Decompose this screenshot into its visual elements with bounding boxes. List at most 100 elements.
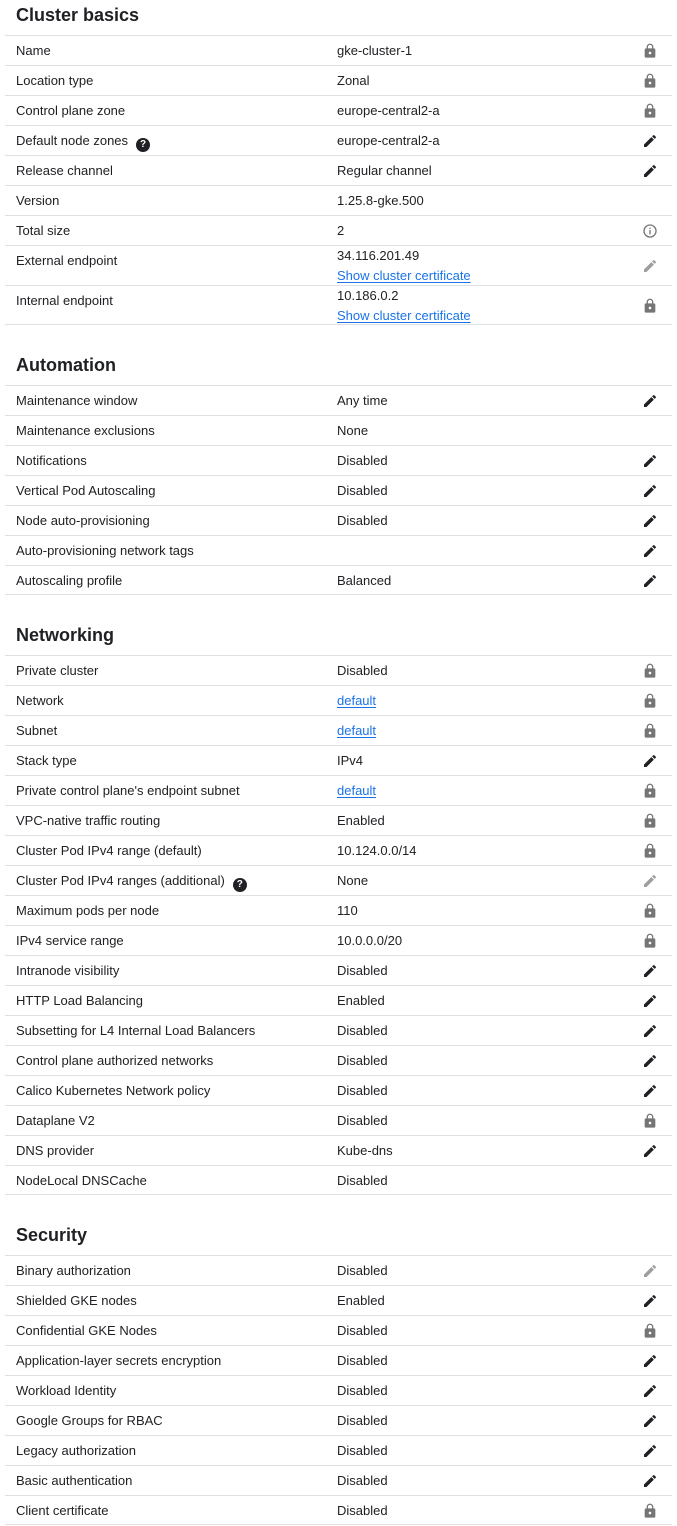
detail-value-text: Disabled [337,1503,388,1518]
detail-row-notifications: Notifications Disabled [5,445,672,475]
detail-value: europe-central2-a [337,126,440,156]
detail-value: 1.25.8-gke.500 [337,186,424,216]
detail-label: Notifications [16,446,87,476]
edit-icon[interactable] [642,453,658,469]
detail-row-application-layer-secrets-encryption: Application-layer secrets encryption Disa… [5,1345,672,1375]
edit-icon[interactable] [642,133,658,149]
edit-icon[interactable] [642,1443,658,1459]
detail-value: 10.186.0.2 Show cluster certificate [337,286,471,326]
edit-icon[interactable] [642,1143,658,1159]
detail-label-text: Workload Identity [16,1383,117,1398]
edit-icon[interactable] [642,1083,658,1099]
detail-row-vpc-native-traffic-routing: VPC-native traffic routing Enabled [5,805,672,835]
detail-row-release-channel: Release channel Regular channel [5,155,672,185]
detail-value: 110 [337,896,358,926]
edit-icon[interactable] [642,573,658,589]
detail-value: Enabled [337,1286,385,1316]
detail-label-text: Control plane zone [16,103,126,118]
lock-icon [642,843,658,859]
detail-value: Disabled [337,476,388,506]
edit-icon[interactable] [642,1413,658,1429]
show-cluster-certificate-link[interactable]: Show cluster certificate [337,308,471,323]
detail-label: Binary authorization [16,1256,131,1286]
detail-label-text: Dataplane V2 [16,1113,95,1128]
detail-value: Disabled [337,1406,388,1436]
detail-label-text: Autoscaling profile [16,573,123,588]
detail-value-text: gke-cluster-1 [337,43,413,58]
lock-icon [642,1323,658,1339]
edit-icon[interactable] [642,1293,658,1309]
detail-label: Maximum pods per node [16,896,159,926]
lock-icon [642,933,658,949]
edit-icon[interactable] [642,513,658,529]
detail-label: Legacy authorization [16,1436,136,1466]
edit-icon[interactable] [642,1023,658,1039]
edit-icon[interactable] [642,753,658,769]
detail-row-cluster-pod-ipv4-ranges-additional: Cluster Pod IPv4 ranges (additional)? Non… [5,865,672,895]
detail-row-maintenance-window: Maintenance window Any time [5,385,672,415]
edit-icon[interactable] [642,1053,658,1069]
detail-value: Disabled [337,1016,388,1046]
edit-icon[interactable] [642,1353,658,1369]
detail-label: Node auto-provisioning [16,506,150,536]
detail-value: IPv4 [337,746,363,776]
detail-value: Disabled [337,1496,388,1526]
detail-row-maximum-pods-per-node: Maximum pods per node 110 [5,895,672,925]
detail-row-stack-type: Stack type IPv4 [5,745,672,775]
info-icon[interactable] [642,223,658,239]
detail-label: IPv4 service range [16,926,124,956]
value-link-wrapper: default [337,686,376,716]
edit-icon[interactable] [642,993,658,1009]
detail-row-external-endpoint: External endpoint 34.116.201.49 Show clust… [5,245,672,285]
detail-label-text: Name [16,43,51,58]
detail-label-text: Default node zones [16,133,129,148]
detail-value-text: Balanced [337,573,392,588]
detail-label-text: Maximum pods per node [16,903,160,918]
detail-value: Disabled [337,1346,388,1376]
section-title-networking: Networking [16,625,115,645]
detail-value-text: Disabled [337,483,388,498]
lock-icon [642,1503,658,1519]
help-icon[interactable]: ? [136,138,151,152]
detail-row-dataplane-v2: Dataplane V2 Disabled [5,1105,672,1135]
detail-value-text: 10.186.0.2 [337,288,399,303]
show-cluster-certificate-link[interactable]: Show cluster certificate [337,268,471,283]
detail-row-auto-provisioning-network-tags: Auto-provisioning network tags [5,535,672,565]
lock-icon [642,298,658,314]
detail-label: HTTP Load Balancing [16,986,143,1016]
detail-row-basic-authentication: Basic authentication Disabled [5,1465,672,1495]
edit-icon[interactable] [642,163,658,179]
edit-icon[interactable] [642,543,658,559]
value-link[interactable]: default [337,693,376,708]
detail-value-text: Enabled [337,993,385,1008]
edit-icon[interactable] [642,1383,658,1399]
detail-label-text: Subsetting for L4 Internal Load Balancer… [16,1023,256,1038]
value-link[interactable]: default [337,783,376,798]
value-link[interactable]: default [337,723,376,738]
detail-label-text: Internal endpoint [16,293,113,308]
help-icon[interactable]: ? [232,878,247,892]
detail-value: Disabled [337,1436,388,1466]
detail-value-text: 110 [337,903,358,918]
edit-icon-disabled [642,873,658,889]
detail-label-text: Auto-provisioning network tags [16,543,194,558]
edit-icon[interactable] [642,483,658,499]
detail-value: Disabled [337,446,388,476]
edit-icon[interactable] [642,963,658,979]
detail-value: Disabled [337,1376,388,1406]
detail-value-text: Disabled [337,1473,388,1488]
detail-value-text: Disabled [337,663,388,678]
detail-label: Shielded GKE nodes [16,1286,137,1316]
detail-value: default [337,716,376,746]
detail-label-text: Calico Kubernetes Network policy [16,1083,211,1098]
detail-value: Disabled [337,956,388,986]
detail-row-location-type: Location type Zonal [5,65,672,95]
edit-icon[interactable] [642,1473,658,1489]
detail-label: NodeLocal DNSCache [16,1166,147,1196]
edit-icon[interactable] [642,393,658,409]
detail-value-text: 34.116.201.49 [337,248,420,263]
detail-label: Intranode visibility [16,956,119,986]
detail-label-text: DNS provider [16,1143,95,1158]
detail-label: Cluster Pod IPv4 ranges (additional)? [16,866,247,896]
detail-value-text: 1.25.8-gke.500 [337,193,424,208]
